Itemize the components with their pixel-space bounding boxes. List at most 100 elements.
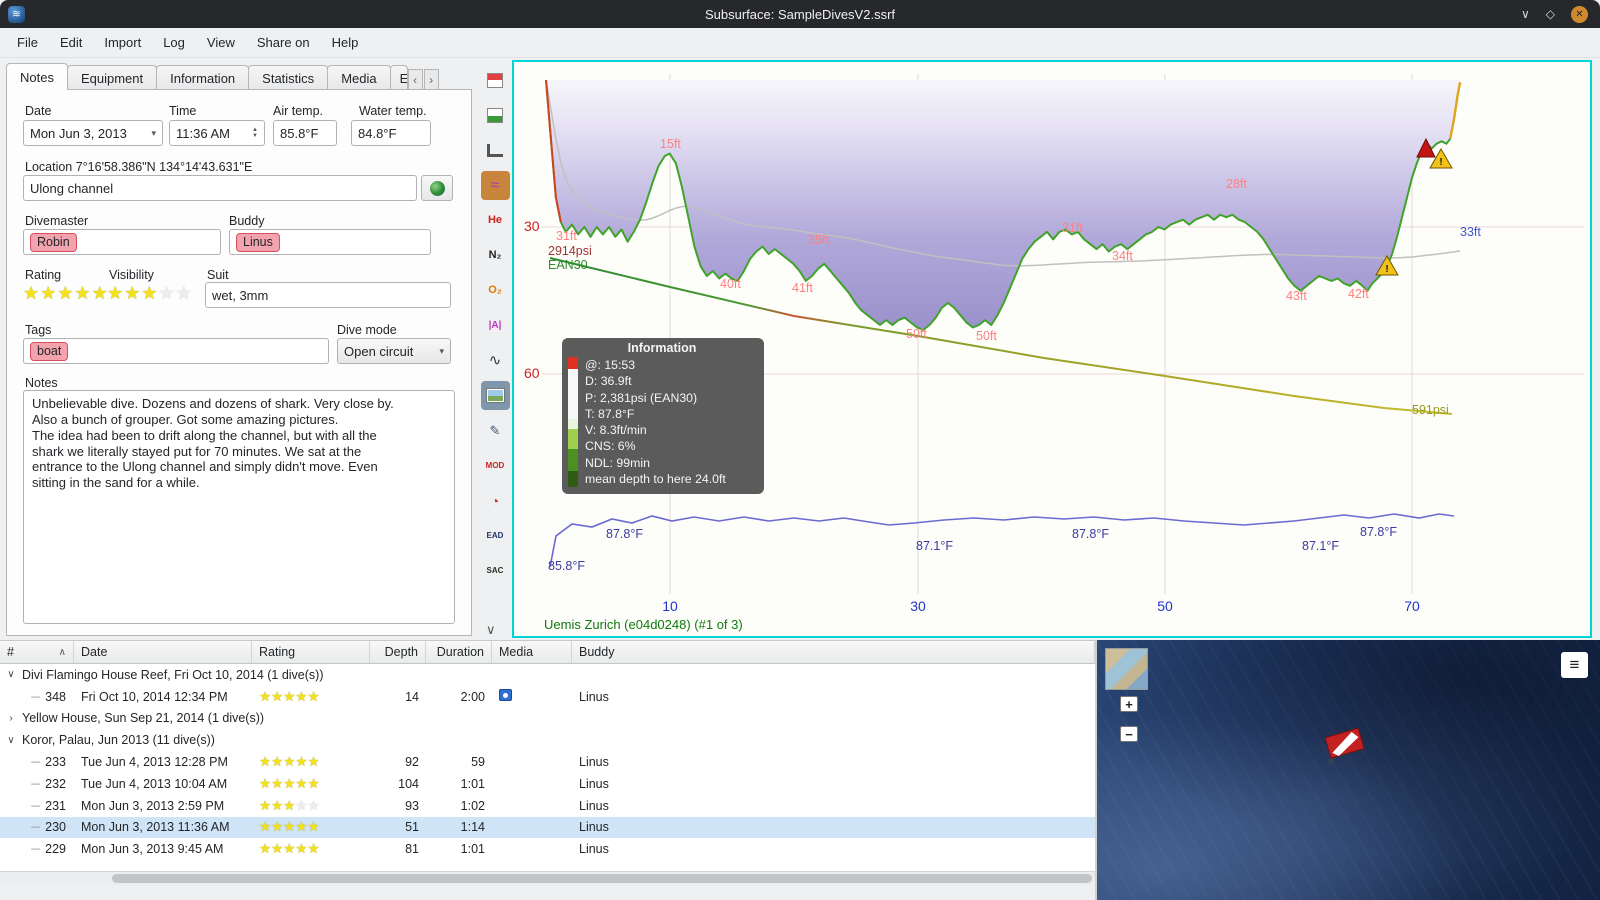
buddy-chip[interactable]: Linus — [236, 232, 280, 252]
tags-field[interactable]: boat — [23, 338, 329, 364]
scrollbar-thumb[interactable] — [112, 874, 1092, 883]
suit-field[interactable]: wet, 3mm — [205, 282, 451, 308]
rating-stars[interactable]: ★★★★★ — [23, 284, 109, 302]
mini-map-thumbnail[interactable] — [1105, 648, 1148, 690]
tab-notes[interactable]: Notes — [6, 63, 68, 90]
tab-scroll-right-button[interactable]: › — [423, 69, 439, 90]
n2-graph-icon[interactable]: N₂ — [481, 241, 510, 270]
dive-row[interactable]: ─ 231 Mon Jun 3, 2013 2:59 PM ★★★★★ 93 1:02 Li… — [0, 795, 1095, 817]
menu-import[interactable]: Import — [93, 30, 152, 55]
calculated-ceiling-icon[interactable] — [481, 101, 510, 130]
tag-chip[interactable]: boat — [30, 341, 69, 361]
dive-buddy: Linus — [579, 755, 609, 770]
sac-icon[interactable]: SAC — [481, 556, 510, 585]
svg-text:31ft: 31ft — [556, 229, 577, 243]
date-combobox[interactable]: Mon Jun 3, 2013 ▾ — [23, 120, 163, 146]
menu-view[interactable]: View — [196, 30, 246, 55]
mod-icon[interactable]: MOD — [481, 451, 510, 480]
tank-bar-icon[interactable]: |A| — [481, 311, 510, 340]
tooltip-row: mean depth to here 24.0ft — [585, 472, 726, 487]
column-header-rating[interactable]: Rating — [252, 641, 370, 663]
menu-file[interactable]: File — [6, 30, 49, 55]
ead-icon[interactable]: EAD — [481, 521, 510, 550]
dive-date: Mon Jun 3, 2013 11:36 AM — [81, 820, 230, 835]
visibility-stars[interactable]: ★★★★★ — [107, 284, 193, 302]
close-button[interactable]: ✕ — [1571, 5, 1588, 23]
horizontal-scrollbar[interactable] — [0, 871, 1095, 885]
tab-media[interactable]: Media — [327, 65, 391, 90]
heart-rate-icon[interactable]: ∿ — [481, 346, 510, 375]
trip-row[interactable]: ∨ Divi Flamingo House Reef, Fri Oct 10, 2… — [0, 664, 1095, 686]
menu-edit[interactable]: Edit — [49, 30, 93, 55]
dive-row[interactable]: ─ 230 Mon Jun 3, 2013 11:36 AM ★★★★★ 51 1:14 L… — [0, 816, 1095, 839]
collapse-icon[interactable]: ∨ — [6, 735, 16, 746]
dive-list-header[interactable]: # ∧ Date Rating Depth Duration Media Buddy — [0, 641, 1095, 664]
time-spinbox[interactable]: 11:36 AM ▲ ▼ — [169, 120, 265, 146]
location-map-button[interactable] — [421, 175, 453, 201]
star-icon: ★ — [295, 797, 308, 813]
column-header-buddy[interactable]: Buddy — [572, 641, 1095, 663]
water-temp-field[interactable]: 84.8°F — [351, 120, 431, 146]
dive-list[interactable]: # ∧ Date Rating Depth Duration Media Buddy ∨ Div… — [0, 640, 1095, 885]
menu-log[interactable]: Log — [152, 30, 196, 55]
map-menu-button[interactable]: ≡ — [1561, 652, 1588, 678]
trip-row[interactable]: › Yellow House, Sun Sep 21, 2014 (1 dive(… — [0, 708, 1095, 730]
dc-ceiling-icon[interactable] — [481, 66, 510, 95]
location-input[interactable]: Ulong channel — [23, 175, 417, 201]
dive-row[interactable]: ─ 233 Tue Jun 4, 2013 12:28 PM ★★★★★ 92 59 Lin… — [0, 751, 1095, 773]
tab-scroll-left-button[interactable]: ‹ — [407, 69, 423, 90]
title-bar[interactable]: ≋ Subsurface: SampleDivesV2.ssrf ∨ ◇ ✕ — [0, 0, 1600, 28]
divemaster-chip[interactable]: Robin — [30, 232, 77, 252]
dive-date: Tue Jun 4, 2013 10:04 AM — [81, 776, 228, 791]
dive-row[interactable]: ─ 348 Fri Oct 10, 2014 12:34 PM ★★★★★ 14 2:00… — [0, 686, 1095, 708]
zoom-in-button[interactable]: + — [1120, 696, 1138, 712]
minimize-button[interactable]: ∨ — [1521, 7, 1530, 21]
dc-ceiling-icon — [487, 73, 503, 88]
menu-share-on[interactable]: Share on — [246, 30, 321, 55]
star-icon: ★ — [307, 775, 320, 791]
photos-icon[interactable] — [480, 381, 510, 410]
zoom-out-button[interactable]: − — [1120, 726, 1138, 742]
tooltip-row: P: 2,381psi (EAN30) — [585, 390, 698, 405]
divemaster-field[interactable]: Robin — [23, 229, 221, 255]
svg-text:40ft: 40ft — [720, 277, 741, 291]
expand-icon[interactable]: › — [6, 713, 16, 724]
dive-site-marker[interactable] — [1322, 727, 1369, 771]
column-header-depth[interactable]: Depth — [370, 641, 426, 663]
map-panel[interactable]: + − ≡ — [1097, 640, 1600, 900]
air-temp-field[interactable]: 85.8°F — [273, 120, 337, 146]
tab-statistics[interactable]: Statistics — [248, 65, 329, 90]
tissues-icon[interactable]: ≈ — [480, 171, 510, 200]
dive-mode-select[interactable]: Open circuit ▾ — [337, 338, 451, 364]
buddy-field[interactable]: Linus — [229, 229, 431, 255]
star-icon: ★ — [283, 819, 296, 835]
ruler-tool-icon[interactable]: ✎ — [481, 416, 510, 445]
column-header-media[interactable]: Media — [492, 641, 572, 663]
ndl-tts-icon[interactable]: ◔ — [481, 486, 510, 515]
water-temp-label: Water temp. — [359, 104, 427, 118]
spin-arrows-icon[interactable]: ▲ ▼ — [248, 127, 258, 139]
tab-information[interactable]: Information — [156, 65, 250, 90]
trip-row[interactable]: ∨ Koror, Palau, Jun 2013 (11 dive(s)) — [0, 729, 1095, 751]
column-header-duration[interactable]: Duration — [426, 641, 492, 663]
toolbar-scroll-down-icon[interactable]: ∨ — [486, 622, 496, 638]
tab-e[interactable]: E — [389, 65, 408, 90]
dive-row[interactable]: ─ 229 Mon Jun 3, 2013 9:45 AM ★★★★★ 81 1:01 Li… — [0, 838, 1095, 860]
tooltip-row: T: 87.8°F — [585, 406, 635, 421]
column-header-date[interactable]: Date — [74, 641, 252, 663]
dive-row[interactable]: ─ 232 Tue Jun 4, 2013 10:04 AM ★★★★★ 104 1:01… — [0, 773, 1095, 795]
tab-equipment[interactable]: Equipment — [66, 65, 158, 90]
dive-profile[interactable]: 30 60 10 30 50 70 31ft 2914psi EAN30 15ft 40ft 41ft… — [512, 60, 1592, 638]
column-header-number[interactable]: # ∧ — [0, 641, 74, 663]
he-graph-icon[interactable]: He — [481, 206, 510, 235]
ruler-grid-icon[interactable] — [481, 136, 510, 165]
star-icon: ★ — [295, 841, 308, 857]
notes-textarea[interactable]: Unbelievable dive. Dozens and dozens of … — [23, 390, 455, 624]
o2-graph-icon[interactable]: O₂ — [481, 276, 510, 305]
maximize-button[interactable]: ◇ — [1546, 7, 1555, 21]
svg-text:30: 30 — [524, 218, 540, 234]
menu-help[interactable]: Help — [321, 30, 370, 55]
collapse-icon[interactable]: ∨ — [6, 669, 16, 680]
dive-depth: 93 — [405, 798, 419, 813]
chevron-down-icon[interactable]: ▾ — [145, 128, 156, 139]
